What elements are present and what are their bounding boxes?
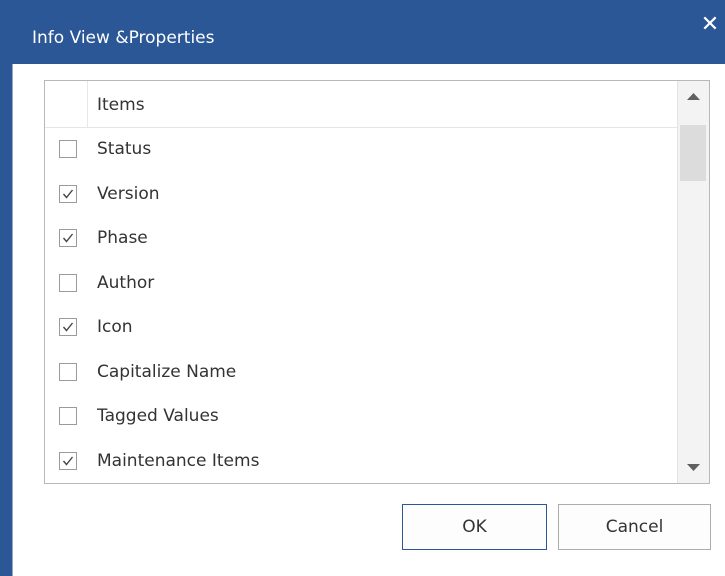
triangle-down-icon xyxy=(687,464,700,471)
list-item[interactable]: Phase xyxy=(45,216,678,260)
scroll-thumb[interactable] xyxy=(680,125,706,181)
list-item[interactable]: Tagged Values xyxy=(45,394,678,438)
list-item-label: Version xyxy=(97,183,160,204)
scroll-down-button[interactable] xyxy=(678,451,709,483)
vertical-scrollbar[interactable] xyxy=(677,81,709,483)
list-item[interactable]: Author xyxy=(45,261,678,305)
scroll-up-button[interactable] xyxy=(678,81,709,113)
item-checkbox[interactable] xyxy=(59,229,77,247)
checkmark-icon xyxy=(62,322,74,332)
window-frame-left xyxy=(0,64,12,576)
header-checkbox-column xyxy=(45,81,88,127)
list-item-label: Capitalize Name xyxy=(97,361,237,382)
list-header: Items xyxy=(45,81,678,128)
item-checkbox[interactable] xyxy=(59,362,77,381)
list-item[interactable]: Maintenance Items xyxy=(45,439,678,483)
item-checkbox[interactable] xyxy=(59,140,77,158)
checkmark-icon xyxy=(62,456,74,466)
list-item-label: Tagged Values xyxy=(97,406,219,426)
close-icon[interactable]: ✕ xyxy=(695,10,725,40)
list-item[interactable]: Version xyxy=(45,172,678,216)
checkmark-icon xyxy=(62,233,74,243)
list-item-label: Author xyxy=(97,272,155,293)
list-item[interactable]: Capitalize Name xyxy=(45,350,678,394)
list-item-label: Icon xyxy=(97,317,133,337)
checkmark-icon xyxy=(62,189,74,199)
item-checkbox[interactable] xyxy=(59,318,77,336)
window-frame-edge xyxy=(12,64,13,576)
item-checkbox[interactable] xyxy=(59,184,77,203)
item-checkbox[interactable] xyxy=(59,451,77,470)
list-item[interactable]: Status xyxy=(45,127,678,171)
list-item-label: Status xyxy=(97,139,152,159)
title-bar: Info View &Properties ✕ xyxy=(0,0,725,64)
item-checkbox[interactable] xyxy=(59,407,77,425)
triangle-up-icon xyxy=(687,93,700,100)
info-view-properties-dialog: Info View &Properties ✕ Items Status Vers… xyxy=(0,0,725,576)
items-list: Items Status Version Phase Author Icon Capita… xyxy=(44,80,710,484)
cancel-button[interactable]: Cancel xyxy=(558,504,711,550)
list-item[interactable]: Icon xyxy=(45,305,678,349)
ok-button[interactable]: OK xyxy=(402,504,547,550)
window-title: Info View &Properties xyxy=(32,28,215,48)
list-item-label: Phase xyxy=(97,228,148,248)
column-header-items[interactable]: Items xyxy=(97,95,145,115)
list-item-label: Maintenance Items xyxy=(97,450,260,471)
item-checkbox[interactable] xyxy=(59,273,77,292)
